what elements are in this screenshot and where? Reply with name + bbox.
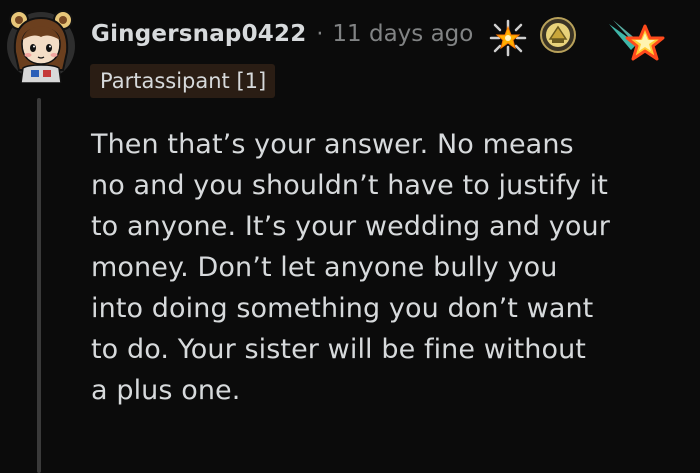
comment-line: to do. Your sister will be fine without xyxy=(91,334,586,365)
comment-line: to anyone. It’s your wedding and your xyxy=(91,211,610,242)
comment-body: Then that’s your answer. No means no and… xyxy=(91,124,691,411)
comment-line: a plus one. xyxy=(91,375,241,406)
username-link[interactable]: Gingersnap0422 xyxy=(91,21,306,47)
comment-line: money. Don’t let anyone bully you xyxy=(91,252,558,283)
meta-separator: · xyxy=(316,21,324,47)
starburst-award-icon[interactable] xyxy=(487,18,529,58)
comment-header: Gingersnap0422 · 11 days ago xyxy=(91,14,473,54)
timestamp-link[interactable]: 11 days ago xyxy=(332,21,473,47)
comment-line: into doing something you don’t want xyxy=(91,293,594,324)
user-avatar[interactable] xyxy=(5,8,77,83)
shooting-star-award-icon[interactable] xyxy=(607,16,667,70)
helpful-award-icon[interactable] xyxy=(538,15,578,55)
thread-line[interactable] xyxy=(37,98,41,473)
comment-line: no and you shouldn’t have to justify it xyxy=(91,170,608,201)
comment-line: Then that’s your answer. No means xyxy=(91,129,574,160)
user-flair: Partassipant [1] xyxy=(90,64,276,98)
